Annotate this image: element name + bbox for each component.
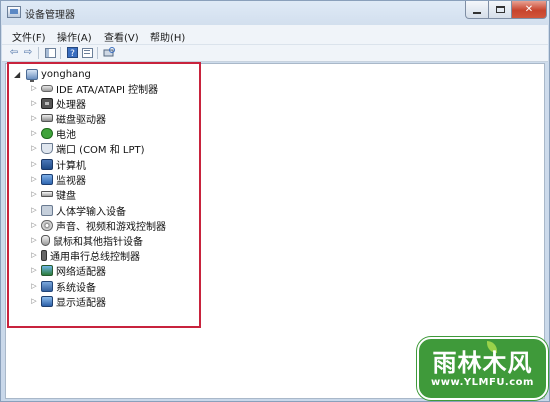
menu-file[interactable]: 文件(F): [12, 29, 46, 44]
scan-hardware-changes-button[interactable]: [103, 47, 115, 58]
watermark-title: 雨林木风: [432, 348, 533, 377]
toolbar-separator: [60, 47, 61, 59]
show-hide-console-tree-button[interactable]: [44, 47, 56, 58]
watermark-url: www.YLMFU.com: [431, 377, 534, 388]
properties-button[interactable]: [81, 47, 93, 58]
minimize-button[interactable]: [465, 1, 489, 19]
close-icon: ✕: [524, 4, 534, 15]
properties-icon: [81, 47, 93, 58]
back-button[interactable]: ⇦: [8, 47, 20, 58]
highlight-annotation-box: [7, 62, 201, 328]
menu-action[interactable]: 操作(A): [57, 29, 92, 44]
help-button[interactable]: ?: [66, 47, 78, 58]
watermark-logo: 雨林木风 www.YLMFU.com: [417, 337, 548, 400]
title-bar[interactable]: 设备管理器 ✕: [1, 1, 549, 25]
device-manager-app-icon: [7, 6, 21, 18]
forward-button[interactable]: ⇨: [22, 47, 34, 58]
menu-view[interactable]: 查看(V): [104, 29, 139, 44]
toolbar: ⇦ ⇨ ?: [2, 45, 548, 62]
toolbar-separator: [97, 47, 98, 59]
menu-bar: 文件(F) 操作(A) 查看(V) 帮助(H): [2, 25, 548, 45]
menu-help[interactable]: 帮助(H): [150, 29, 185, 44]
scan-hardware-icon: [103, 47, 115, 57]
maximize-icon: [495, 6, 505, 13]
close-button[interactable]: ✕: [511, 1, 547, 19]
toolbar-separator: [38, 47, 39, 59]
minimize-icon: [473, 11, 481, 14]
window-title: 设备管理器: [25, 10, 75, 21]
console-tree-icon: [44, 47, 56, 58]
maximize-button[interactable]: [488, 1, 512, 19]
svg-text:?: ?: [70, 49, 75, 58]
help-icon: ?: [66, 47, 78, 58]
